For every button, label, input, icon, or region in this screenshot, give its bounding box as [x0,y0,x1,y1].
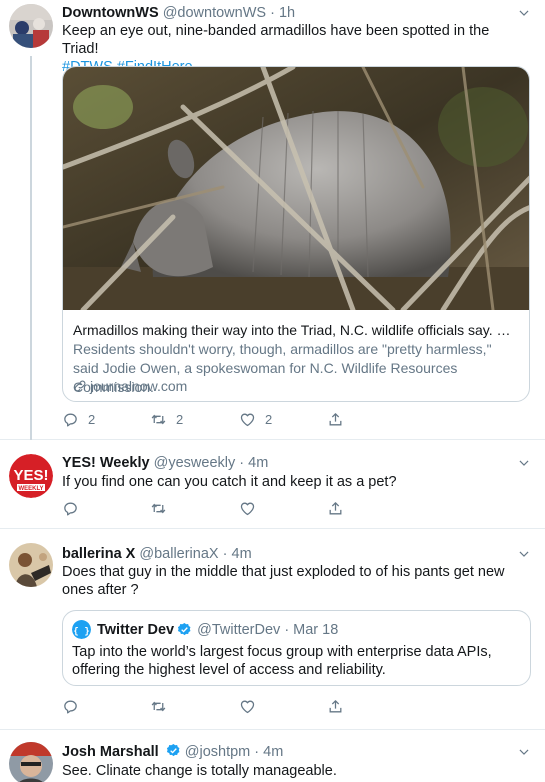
share-button[interactable] [327,497,344,519]
retweet-button[interactable]: 2 [150,408,183,430]
verified-badge-icon [166,743,181,758]
avatar[interactable] [9,742,53,782]
chevron-down-icon[interactable] [517,456,531,470]
like-button[interactable]: 2 [239,408,272,430]
author-handle[interactable]: @downtownWS [163,5,266,21]
author-name[interactable]: ballerina X [62,546,135,562]
retweet-count: 2 [176,411,184,427]
chevron-down-icon[interactable] [517,745,531,759]
tweet-time[interactable]: 1h [279,5,295,21]
avatar[interactable] [9,543,53,587]
author-handle[interactable]: @ballerinaX [139,546,218,562]
avatar[interactable] [9,4,53,48]
author-name[interactable]: DowntownWS [62,5,159,21]
tweet-downtownws[interactable]: DowntownWS @downtownWS · 1h Keep an eye … [0,0,545,440]
heart-icon [239,411,256,428]
quoted-tweet-header: { } Twitter Dev @TwitterDev · Mar 18 [72,620,338,639]
tweet-yesweekly[interactable]: YES! WEEKLY YES! Weekly @yesweekly · 4m … [0,440,545,529]
tweet-actions [62,695,362,717]
chevron-down-icon[interactable] [517,547,531,561]
author-handle[interactable]: @yesweekly [154,455,236,471]
reply-icon [62,500,79,517]
tweet-text: If you find one can you catch it and kee… [62,474,397,490]
avatar-logo-text: YES! [13,467,48,484]
like-button[interactable] [239,695,256,717]
retweet-button[interactable] [150,695,167,717]
separator-dot: · [270,5,275,21]
avatar[interactable]: YES! WEEKLY [9,454,53,498]
heart-icon [239,698,256,715]
separator-dot: · [239,455,245,471]
separator-dot: · [254,744,260,760]
tweet-actions [62,497,362,519]
tweet-header: Josh Marshall @joshtpm · 4m [62,743,515,761]
reply-icon [62,698,79,715]
tweet-time[interactable]: 4m [263,744,283,760]
like-count: 2 [265,411,273,427]
retweet-icon [150,698,167,715]
chevron-down-icon[interactable] [517,6,531,20]
share-icon [327,411,344,428]
retweet-icon [150,500,167,517]
tweet-header: DowntownWS @downtownWS · 1h [62,4,515,22]
quoted-tweet-text: Tap into the world’s largest focus group… [72,644,492,678]
tweet-text: See. Clinate change is totally manageabl… [62,763,337,779]
separator-dot: · [284,621,290,638]
tweet-ballerinax[interactable]: ballerina X @ballerinaX · 4m Does that g… [0,529,545,730]
author-name[interactable]: YES! Weekly [62,455,150,471]
card-domain-text: journalnow.com [90,378,188,394]
separator-dot: · [222,546,228,562]
tweet-header: ballerina X @ballerinaX · 4m [62,545,515,563]
card-domain: journalnow.com [73,378,187,394]
author-name[interactable]: Josh Marshall [62,744,159,760]
thread-line [30,56,32,440]
like-button[interactable] [239,497,256,519]
reply-icon [62,411,79,428]
author-handle[interactable]: @joshtpm [185,744,251,760]
tweet-header: YES! Weekly @yesweekly · 4m [62,454,515,472]
twitter-dev-avatar[interactable]: { } [72,620,91,639]
share-button[interactable] [327,408,344,430]
svg-text:{ }: { } [73,627,89,637]
retweet-icon [150,411,167,428]
heart-icon [239,500,256,517]
link-icon [73,379,87,393]
reply-count: 2 [88,411,96,427]
quoted-tweet[interactable]: { } Twitter Dev @TwitterDev · Mar 18 Tap… [62,610,531,686]
tweet-body: Keep an eye out, nine-banded armadillos … [62,23,490,57]
tweet-time[interactable]: 4m [248,455,268,471]
quoted-author-handle[interactable]: @TwitterDev [197,622,280,638]
card-title: Armadillos making their way into the Tri… [73,322,519,338]
tweet-time[interactable]: 4m [232,546,252,562]
share-icon [327,698,344,715]
tweet-actions: 2 2 2 [62,408,362,430]
link-card[interactable]: Armadillos making their way into the Tri… [62,66,530,402]
reply-button[interactable]: 2 [62,408,95,430]
quoted-author-name[interactable]: Twitter Dev [97,622,174,638]
reply-button[interactable] [62,497,79,519]
quoted-tweet-time[interactable]: Mar 18 [293,622,338,638]
verified-badge-icon [177,622,192,637]
share-button[interactable] [327,695,344,717]
reply-button[interactable] [62,695,79,717]
armadillo-photo [63,67,529,310]
tweet-text: Does that guy in the middle that just ex… [62,564,505,598]
share-icon [327,500,344,517]
avatar-logo-subtext: WEEKLY [18,486,43,492]
retweet-button[interactable] [150,497,167,519]
tweet-joshtpm[interactable]: Josh Marshall @joshtpm · 4m See. Clinate… [0,730,545,782]
